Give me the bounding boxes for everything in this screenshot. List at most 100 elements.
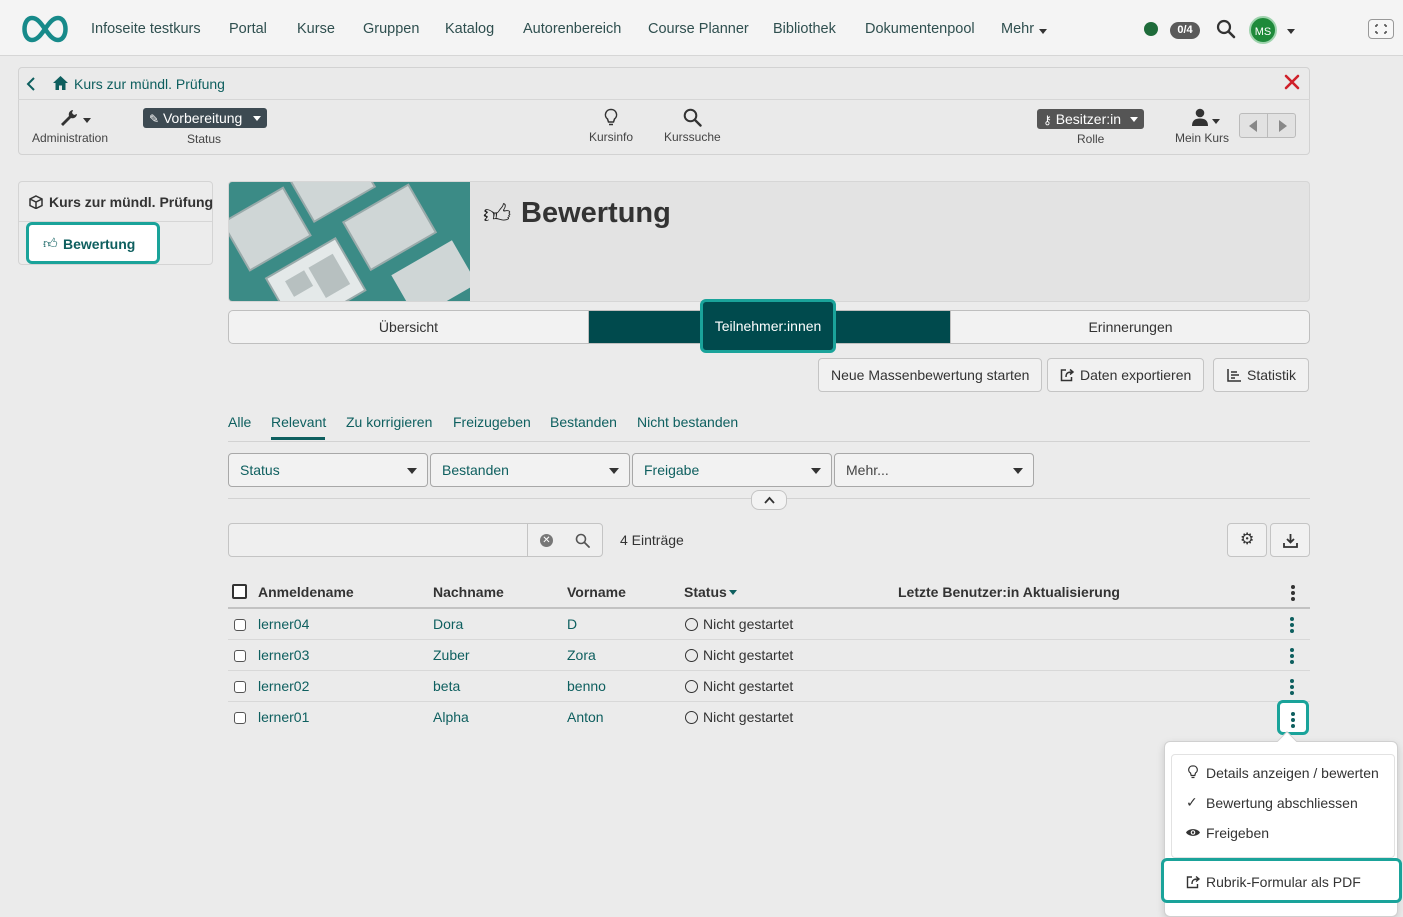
tab-erinnerungen[interactable]: Erinnerungen (950, 311, 1309, 343)
search-box: ✕ (228, 523, 603, 557)
online-status-icon[interactable] (1144, 22, 1158, 36)
eye-icon (1186, 829, 1200, 836)
row-actions-icon[interactable] (1290, 648, 1294, 666)
row-checkbox[interactable] (234, 681, 246, 693)
column-last-update[interactable]: Letzte Benutzer:in Aktualisierung (898, 584, 1120, 600)
filter-freizugeben[interactable]: Freizugeben (453, 414, 531, 430)
close-icon[interactable] (1284, 74, 1300, 90)
search-input[interactable] (229, 524, 527, 556)
collapse-filters-button[interactable] (751, 490, 787, 510)
mass-assessment-button[interactable]: Neue Massenbewertung starten (818, 358, 1043, 392)
course-pager (1239, 113, 1296, 138)
mein-kurs-menu[interactable]: Mein Kurs (1172, 107, 1232, 147)
row-login[interactable]: lerner04 (258, 616, 309, 632)
statistics-button[interactable]: Statistik (1213, 358, 1310, 392)
row-checkbox[interactable] (234, 619, 246, 631)
nav-infoseite[interactable]: Infoseite testkurs (91, 21, 201, 37)
row-last-name[interactable]: beta (433, 678, 460, 694)
row-first-name[interactable]: benno (567, 678, 606, 694)
mehr-filter-select[interactable]: Mehr... (834, 453, 1034, 487)
menu-item-details[interactable]: Details anzeigen / bewerten (1171, 754, 1395, 788)
prev-button[interactable] (1240, 114, 1268, 137)
row-checkbox[interactable] (234, 712, 246, 724)
tab-uebersicht[interactable]: Übersicht (229, 311, 589, 343)
filter-relevant[interactable]: Relevant (271, 414, 326, 430)
circle-icon (685, 649, 698, 662)
nav-gruppen[interactable]: Gruppen (363, 21, 419, 37)
nav-portal[interactable]: Portal (229, 21, 267, 37)
row-actions-icon[interactable] (1290, 679, 1294, 697)
row-checkbox[interactable] (234, 650, 246, 662)
status-dropdown[interactable]: ✎ Vorbereitung (143, 108, 267, 128)
user-avatar[interactable]: MS (1249, 16, 1277, 44)
filter-bestanden[interactable]: Bestanden (550, 414, 617, 430)
menu-item-finalize[interactable]: ✓ Bewertung abschliessen (1171, 788, 1395, 818)
row-first-name[interactable]: Zora (567, 647, 596, 663)
nav-mehr[interactable]: Mehr (1001, 21, 1034, 37)
select-all-checkbox[interactable] (232, 584, 247, 599)
nav-katalog[interactable]: Katalog (445, 21, 494, 37)
role-dropdown[interactable]: ⚷ Besitzer:in (1037, 109, 1144, 129)
search-icon[interactable] (1216, 19, 1236, 39)
table-settings-button[interactable]: ⚙ (1227, 523, 1267, 557)
column-anmeldename[interactable]: Anmeldename (258, 584, 354, 600)
status-filter-select[interactable]: Status (228, 453, 428, 487)
row-last-name[interactable]: Zuber (433, 647, 470, 663)
table-download-button[interactable] (1270, 523, 1310, 557)
filter-zu-korrigieren[interactable]: Zu korrigieren (346, 414, 432, 430)
notification-badge[interactable]: 0/4 (1170, 22, 1200, 39)
freigabe-filter-select[interactable]: Freigabe (632, 453, 832, 487)
page-header: 👍︎ Bewertung (228, 181, 1310, 302)
column-status[interactable]: Status (684, 584, 727, 600)
clear-icon[interactable]: ✕ (540, 534, 553, 547)
nav-autorenbereich[interactable]: Autorenbereich (523, 21, 621, 37)
column-nachname[interactable]: Nachname (433, 584, 504, 600)
menu-root[interactable]: Kurs zur mündl. Prüfung (19, 182, 213, 222)
breadcrumb-course[interactable]: Kurs zur mündl. Prüfung (74, 76, 225, 92)
search-icon[interactable] (575, 533, 590, 548)
download-icon (1283, 534, 1298, 548)
row-first-name[interactable]: D (567, 616, 577, 632)
row-login[interactable]: lerner03 (258, 647, 309, 663)
administration-menu[interactable]: Administration (32, 107, 112, 147)
kurssuche-button[interactable]: Kurssuche (662, 107, 724, 147)
next-button[interactable] (1268, 114, 1296, 137)
nav-kurse[interactable]: Kurse (297, 21, 335, 37)
home-icon[interactable] (52, 75, 69, 91)
column-vorname[interactable]: Vorname (567, 584, 626, 600)
row-actions-active[interactable] (1277, 700, 1309, 735)
nav-dokumentenpool[interactable]: Dokumentenpool (865, 21, 975, 37)
export-button[interactable]: Daten exportieren (1047, 358, 1205, 392)
back-chevron-icon[interactable] (26, 77, 36, 91)
menu-item-rubric-pdf[interactable]: Rubrik-Formular als PDF (1161, 858, 1402, 903)
menu-item-release[interactable]: Freigeben (1171, 818, 1395, 848)
triangle-left-icon (1249, 120, 1257, 132)
row-login[interactable]: lerner02 (258, 678, 309, 694)
nav-bibliothek[interactable]: Bibliothek (773, 21, 836, 37)
filter-alle[interactable]: Alle (228, 414, 251, 430)
status-filter-value: Status (240, 462, 280, 478)
menu-item-bewertung[interactable]: 👍︎ Bewertung (26, 222, 160, 264)
tab-teilnehmer[interactable]: Teilnehmer:innen (700, 299, 836, 353)
row-last-name[interactable]: Alpha (433, 709, 469, 725)
sort-desc-icon[interactable] (729, 590, 737, 595)
lightbulb-icon (1188, 765, 1198, 779)
row-first-name[interactable]: Anton (567, 709, 604, 725)
divider (228, 441, 1310, 442)
row-last-name[interactable]: Dora (433, 616, 463, 632)
status-label: Status (187, 132, 222, 146)
filter-nicht-bestanden[interactable]: Nicht bestanden (637, 414, 738, 430)
kursinfo-button[interactable]: Kursinfo (584, 107, 640, 147)
openolat-logo-icon[interactable] (18, 14, 72, 44)
chart-icon (1227, 369, 1241, 382)
column-options-icon[interactable] (1291, 585, 1295, 603)
fullscreen-toggle[interactable] (1368, 19, 1394, 39)
row-actions-icon[interactable] (1290, 617, 1294, 635)
caret-down-icon (253, 116, 261, 121)
bestanden-filter-select[interactable]: Bestanden (430, 453, 630, 487)
status-value: Vorbereitung (162, 110, 243, 126)
page-title: Bewertung (521, 197, 671, 229)
chevron-down-icon[interactable] (1287, 29, 1295, 34)
row-login[interactable]: lerner01 (258, 709, 309, 725)
nav-course-planner[interactable]: Course Planner (648, 21, 749, 37)
